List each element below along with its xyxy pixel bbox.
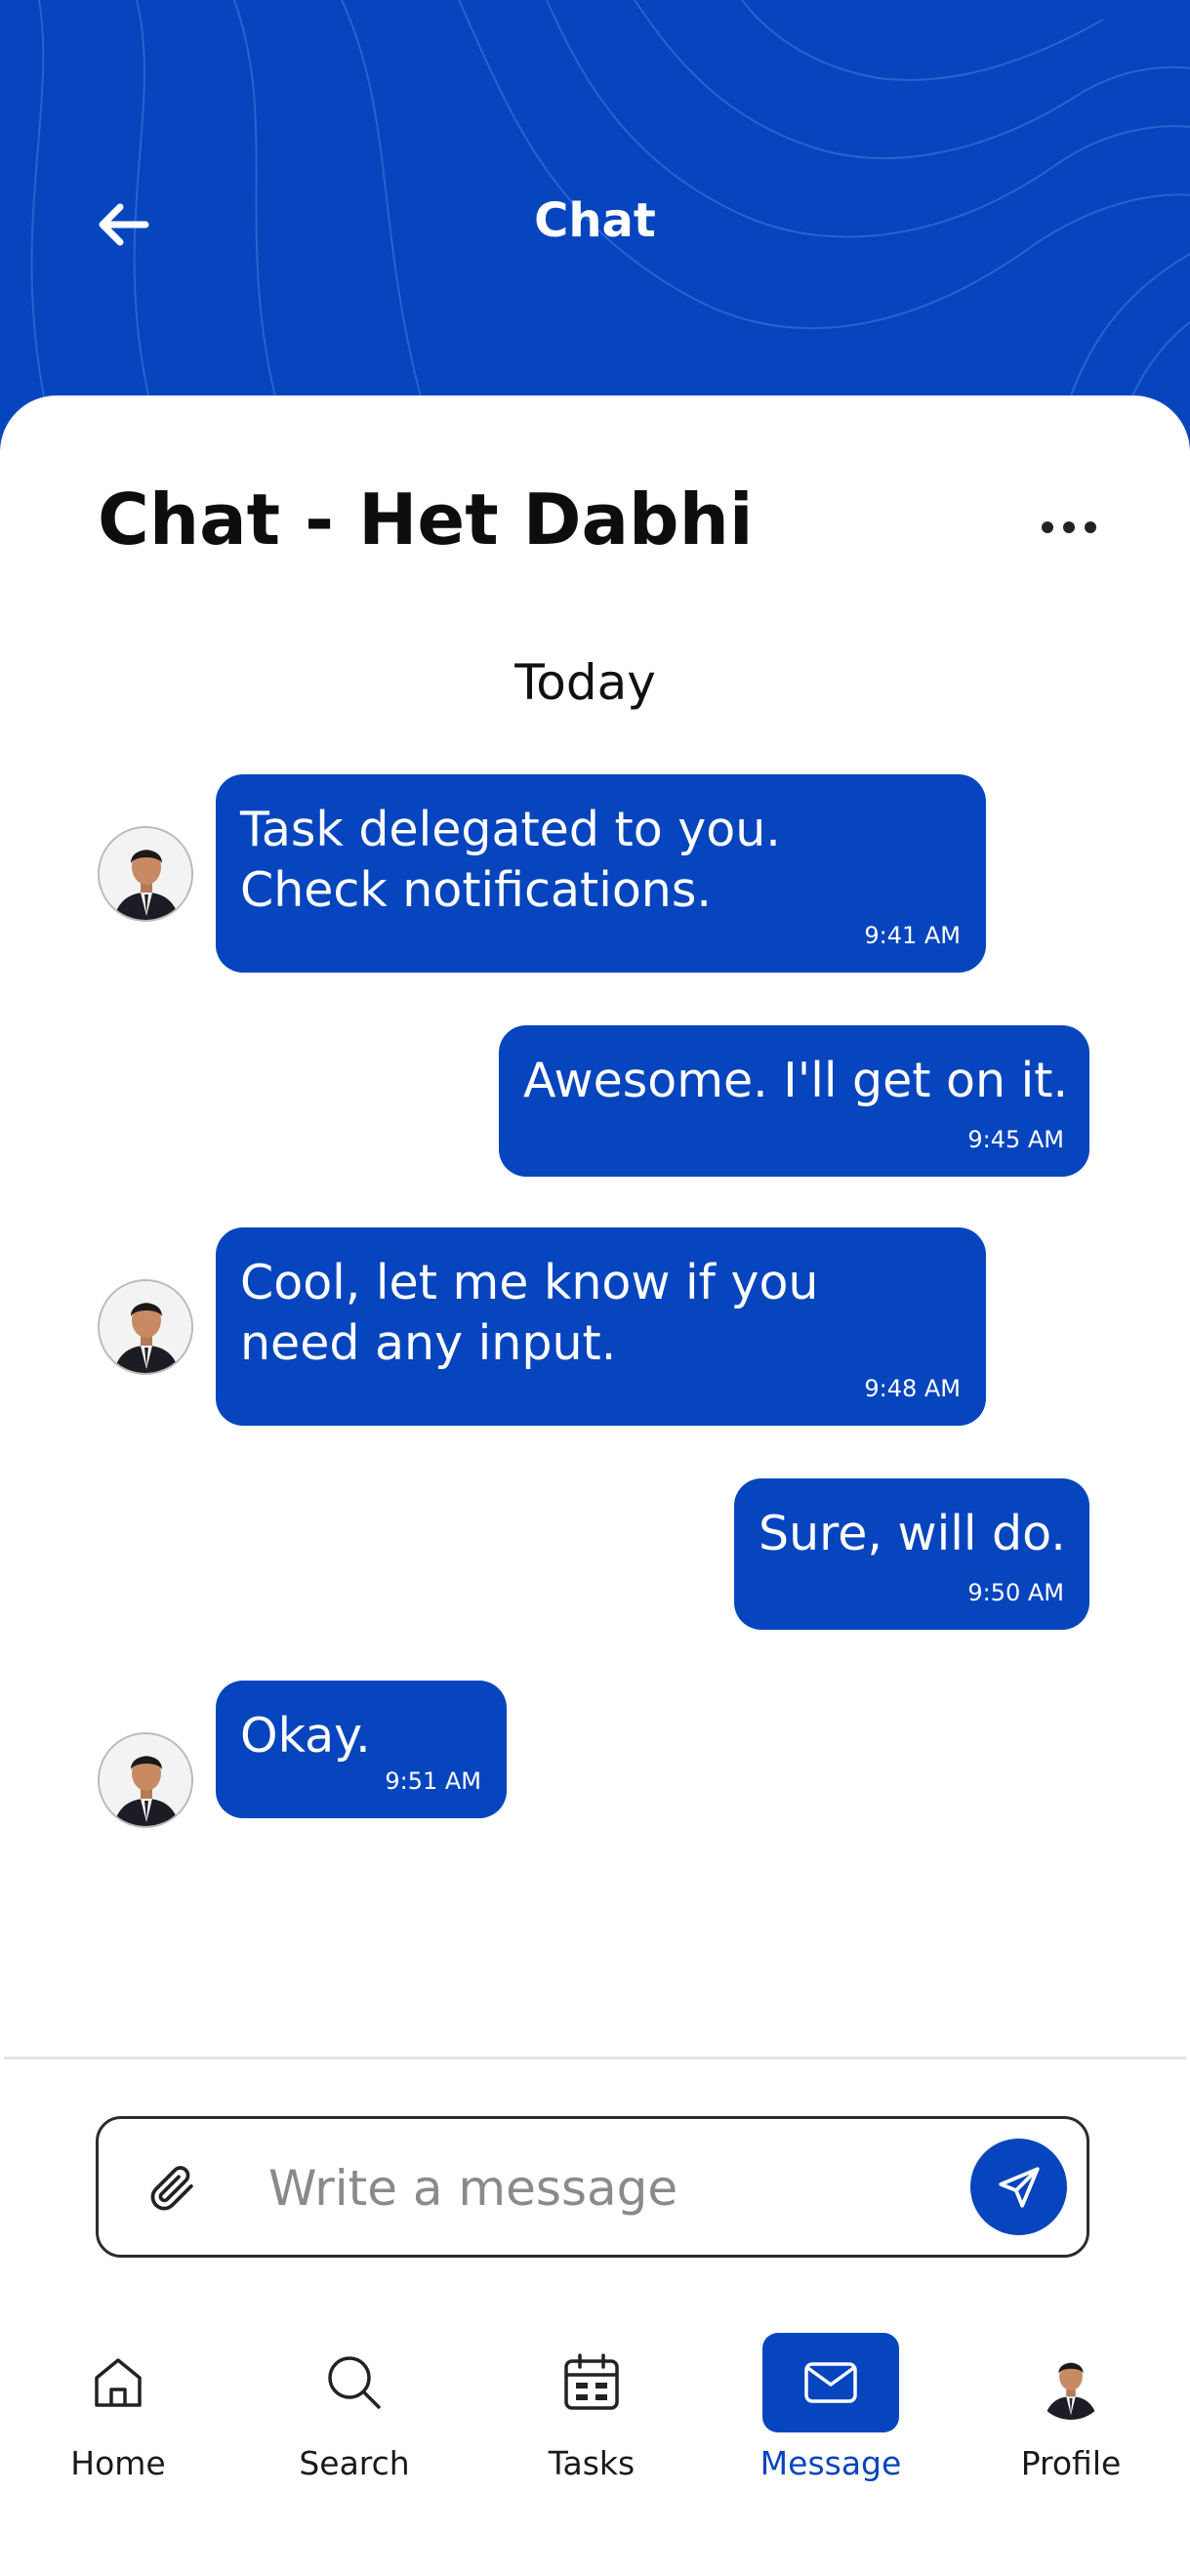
message-bubble-outgoing: Sure, will do. 9:50 AM — [734, 1478, 1089, 1630]
nav-label: Home — [70, 2444, 166, 2482]
nav-label: Message — [759, 2444, 902, 2482]
avatar — [98, 1732, 193, 1828]
nav-label: Tasks — [548, 2444, 636, 2482]
message-text: Okay. — [240, 1708, 371, 1764]
nav-item-home[interactable]: Home — [25, 2329, 211, 2485]
message-bubble-outgoing: Awesome. I'll get on it. 9:45 AM — [499, 1025, 1089, 1177]
active-indicator — [762, 2333, 899, 2432]
contact-photo — [100, 1281, 191, 1373]
more-options-button[interactable] — [1030, 508, 1108, 547]
message-composer — [96, 2116, 1089, 2258]
avatar — [98, 1279, 193, 1375]
contact-photo — [100, 1734, 191, 1826]
send-button[interactable] — [970, 2139, 1067, 2235]
day-separator: Today — [514, 654, 656, 711]
avatar — [98, 826, 193, 922]
nav-item-profile[interactable]: Profile — [978, 2329, 1164, 2485]
header: Chat — [0, 0, 1190, 459]
chat-title: Chat - Het Dabhi — [98, 478, 754, 561]
attach-button[interactable] — [138, 2153, 206, 2222]
paperclip-icon — [150, 2166, 193, 2211]
message-time: 9:41 AM — [864, 922, 961, 949]
nav-item-tasks[interactable]: Tasks — [499, 2329, 684, 2485]
message-text: Task delegated to you. Check notificatio… — [240, 802, 781, 918]
message-time: 9:45 AM — [967, 1126, 1064, 1153]
nav-item-message[interactable]: Message — [738, 2329, 923, 2485]
profile-avatar — [1034, 2346, 1108, 2420]
profile-photo — [1034, 2346, 1108, 2420]
message-time: 9:48 AM — [864, 1375, 961, 1402]
mail-icon — [804, 2362, 857, 2403]
message-time: 9:50 AM — [967, 1579, 1064, 1606]
home-icon — [95, 2358, 142, 2407]
search-icon — [328, 2356, 381, 2409]
contact-photo — [100, 828, 191, 920]
header-title: Chat — [534, 193, 656, 248]
send-icon — [998, 2166, 1040, 2208]
message-time: 9:51 AM — [385, 1767, 481, 1795]
message-bubble-incoming: Okay. 9:51 AM — [216, 1681, 507, 1818]
message-bubble-incoming: Task delegated to you. Check notificatio… — [216, 774, 986, 973]
calendar-icon — [564, 2353, 619, 2410]
message-input[interactable] — [267, 2148, 1051, 2228]
message-bubble-incoming: Cool, let me know if you need any input.… — [216, 1227, 986, 1426]
nav-item-search[interactable]: Search — [262, 2329, 447, 2485]
nav-label: Search — [299, 2444, 410, 2482]
nav-label: Profile — [1020, 2444, 1122, 2482]
composer-divider — [4, 2057, 1186, 2059]
message-text: Sure, will do. — [759, 1506, 1066, 1561]
message-text: Awesome. I'll get on it. — [523, 1053, 1069, 1108]
message-text: Cool, let me know if you need any input. — [240, 1255, 819, 1371]
more-horizontal-icon — [1042, 521, 1096, 533]
